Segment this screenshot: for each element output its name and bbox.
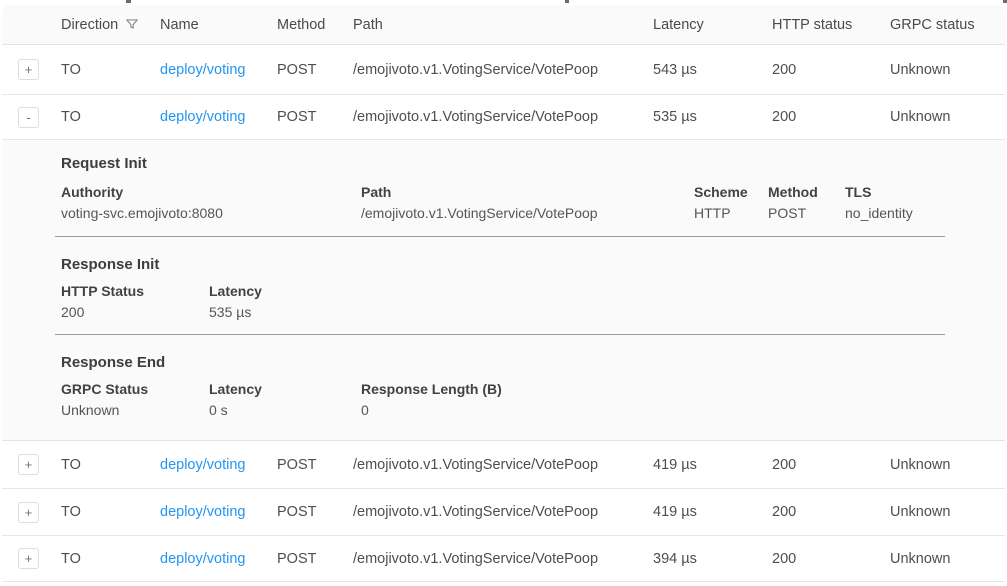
cell-method: POST bbox=[277, 551, 353, 567]
filter-funnel-icon[interactable] bbox=[125, 17, 139, 35]
cell-method: POST bbox=[277, 457, 353, 473]
field-method: Method POST bbox=[768, 183, 845, 222]
cell-grpc-status: Unknown bbox=[890, 62, 1005, 78]
cell-method: POST bbox=[277, 62, 353, 78]
scheme-label: Scheme bbox=[694, 183, 768, 201]
header-name: Name bbox=[160, 17, 277, 33]
request-init-title: Request Init bbox=[61, 155, 1005, 172]
cell-name-link[interactable]: deploy/voting bbox=[160, 504, 245, 520]
table-row-expanded: - TO deploy/voting POST /emojivoto.v1.Vo… bbox=[2, 95, 1005, 140]
field-latency: Latency 0 s bbox=[209, 380, 361, 419]
expand-row-button[interactable]: + bbox=[18, 502, 39, 523]
response-length-label: Response Length (B) bbox=[361, 380, 502, 398]
cell-direction: TO bbox=[61, 551, 160, 567]
cell-grpc-status: Unknown bbox=[890, 504, 1005, 520]
cell-name-link[interactable]: deploy/voting bbox=[160, 551, 245, 567]
table-header-row: Direction Name Method Path Latency HTTP … bbox=[2, 5, 1005, 45]
cell-direction: TO bbox=[61, 109, 160, 125]
cell-http-status: 200 bbox=[772, 551, 890, 567]
http-status-label: HTTP Status bbox=[61, 282, 209, 300]
path-label: Path bbox=[361, 183, 694, 201]
collapse-row-button[interactable]: - bbox=[18, 107, 39, 128]
path-value: /emojivoto.v1.VotingService/VotePoop bbox=[361, 204, 694, 222]
authority-value: voting-svc.emojivoto:8080 bbox=[61, 204, 361, 222]
cell-latency: 394 µs bbox=[653, 551, 772, 567]
field-tls: TLS no_identity bbox=[845, 183, 913, 222]
cell-latency: 535 µs bbox=[653, 109, 772, 125]
latency-label: Latency bbox=[209, 380, 361, 398]
tls-label: TLS bbox=[845, 183, 913, 201]
cell-path: /emojivoto.v1.VotingService/VotePoop bbox=[353, 109, 653, 125]
latency-label: Latency bbox=[209, 282, 262, 300]
row-detail-panel: Request Init Authority voting-svc.emojiv… bbox=[2, 140, 1005, 441]
cell-name-link[interactable]: deploy/voting bbox=[160, 457, 245, 473]
method-label: Method bbox=[768, 183, 845, 201]
tls-value: no_identity bbox=[845, 204, 913, 222]
field-latency: Latency 535 µs bbox=[209, 282, 262, 321]
cell-name-link[interactable]: deploy/voting bbox=[160, 62, 245, 78]
request-init-section: Request Init Authority voting-svc.emojiv… bbox=[2, 140, 1005, 222]
table-row: + TO deploy/voting POST /emojivoto.v1.Vo… bbox=[2, 536, 1005, 582]
cell-method: POST bbox=[277, 504, 353, 520]
cell-method: POST bbox=[277, 109, 353, 125]
header-direction: Direction bbox=[61, 15, 160, 35]
cell-direction: TO bbox=[61, 457, 160, 473]
cell-path: /emojivoto.v1.VotingService/VotePoop bbox=[353, 62, 653, 78]
cell-latency: 419 µs bbox=[653, 504, 772, 520]
cell-grpc-status: Unknown bbox=[890, 551, 1005, 567]
grpc-status-value: Unknown bbox=[61, 401, 209, 419]
header-direction-label: Direction bbox=[61, 17, 118, 33]
latency-value: 535 µs bbox=[209, 303, 262, 321]
cell-latency: 419 µs bbox=[653, 457, 772, 473]
cell-direction: TO bbox=[61, 504, 160, 520]
header-grpc-status: GRPC status bbox=[890, 17, 1005, 33]
cell-http-status: 200 bbox=[772, 109, 890, 125]
response-end-section: Response End GRPC Status Unknown Latency… bbox=[2, 335, 1005, 419]
field-http-status: HTTP Status 200 bbox=[61, 282, 209, 321]
header-method: Method bbox=[277, 17, 353, 33]
cell-direction: TO bbox=[61, 62, 160, 78]
method-value: POST bbox=[768, 204, 845, 222]
field-authority: Authority voting-svc.emojivoto:8080 bbox=[61, 183, 361, 222]
field-grpc-status: GRPC Status Unknown bbox=[61, 380, 209, 419]
header-path: Path bbox=[353, 17, 653, 33]
header-http-status: HTTP status bbox=[772, 17, 890, 33]
cell-http-status: 200 bbox=[772, 504, 890, 520]
expand-row-button[interactable]: + bbox=[18, 454, 39, 475]
cell-grpc-status: Unknown bbox=[890, 457, 1005, 473]
latency-value: 0 s bbox=[209, 401, 361, 419]
table-row: + TO deploy/voting POST /emojivoto.v1.Vo… bbox=[2, 441, 1005, 489]
response-length-value: 0 bbox=[361, 401, 502, 419]
cell-path: /emojivoto.v1.VotingService/VotePoop bbox=[353, 457, 653, 473]
cell-latency: 543 µs bbox=[653, 62, 772, 78]
cutoff-text-fragment bbox=[126, 0, 131, 3]
cutoff-text-fragment bbox=[565, 0, 569, 3]
cell-path: /emojivoto.v1.VotingService/VotePoop bbox=[353, 504, 653, 520]
expand-row-button[interactable]: + bbox=[18, 548, 39, 569]
header-latency: Latency bbox=[653, 17, 772, 33]
response-end-title: Response End bbox=[61, 354, 1005, 371]
field-path: Path /emojivoto.v1.VotingService/VotePoo… bbox=[361, 183, 694, 222]
expand-row-button[interactable]: + bbox=[18, 59, 39, 80]
cell-grpc-status: Unknown bbox=[890, 109, 1005, 125]
cell-name-link[interactable]: deploy/voting bbox=[160, 109, 245, 125]
table-row: + TO deploy/voting POST /emojivoto.v1.Vo… bbox=[2, 45, 1005, 95]
table-row: + TO deploy/voting POST /emojivoto.v1.Vo… bbox=[2, 489, 1005, 536]
scheme-value: HTTP bbox=[694, 204, 768, 222]
response-init-title: Response Init bbox=[61, 256, 1005, 273]
cutoff-text-fragment bbox=[1003, 0, 1007, 3]
http-status-value: 200 bbox=[61, 303, 209, 321]
cell-http-status: 200 bbox=[772, 62, 890, 78]
grpc-status-label: GRPC Status bbox=[61, 380, 209, 398]
authority-label: Authority bbox=[61, 183, 361, 201]
field-response-length: Response Length (B) 0 bbox=[361, 380, 502, 419]
tap-results-table: Direction Name Method Path Latency HTTP … bbox=[2, 5, 1005, 582]
cell-path: /emojivoto.v1.VotingService/VotePoop bbox=[353, 551, 653, 567]
response-init-section: Response Init HTTP Status 200 Latency 53… bbox=[2, 237, 1005, 321]
cell-http-status: 200 bbox=[772, 457, 890, 473]
field-scheme: Scheme HTTP bbox=[694, 183, 768, 222]
